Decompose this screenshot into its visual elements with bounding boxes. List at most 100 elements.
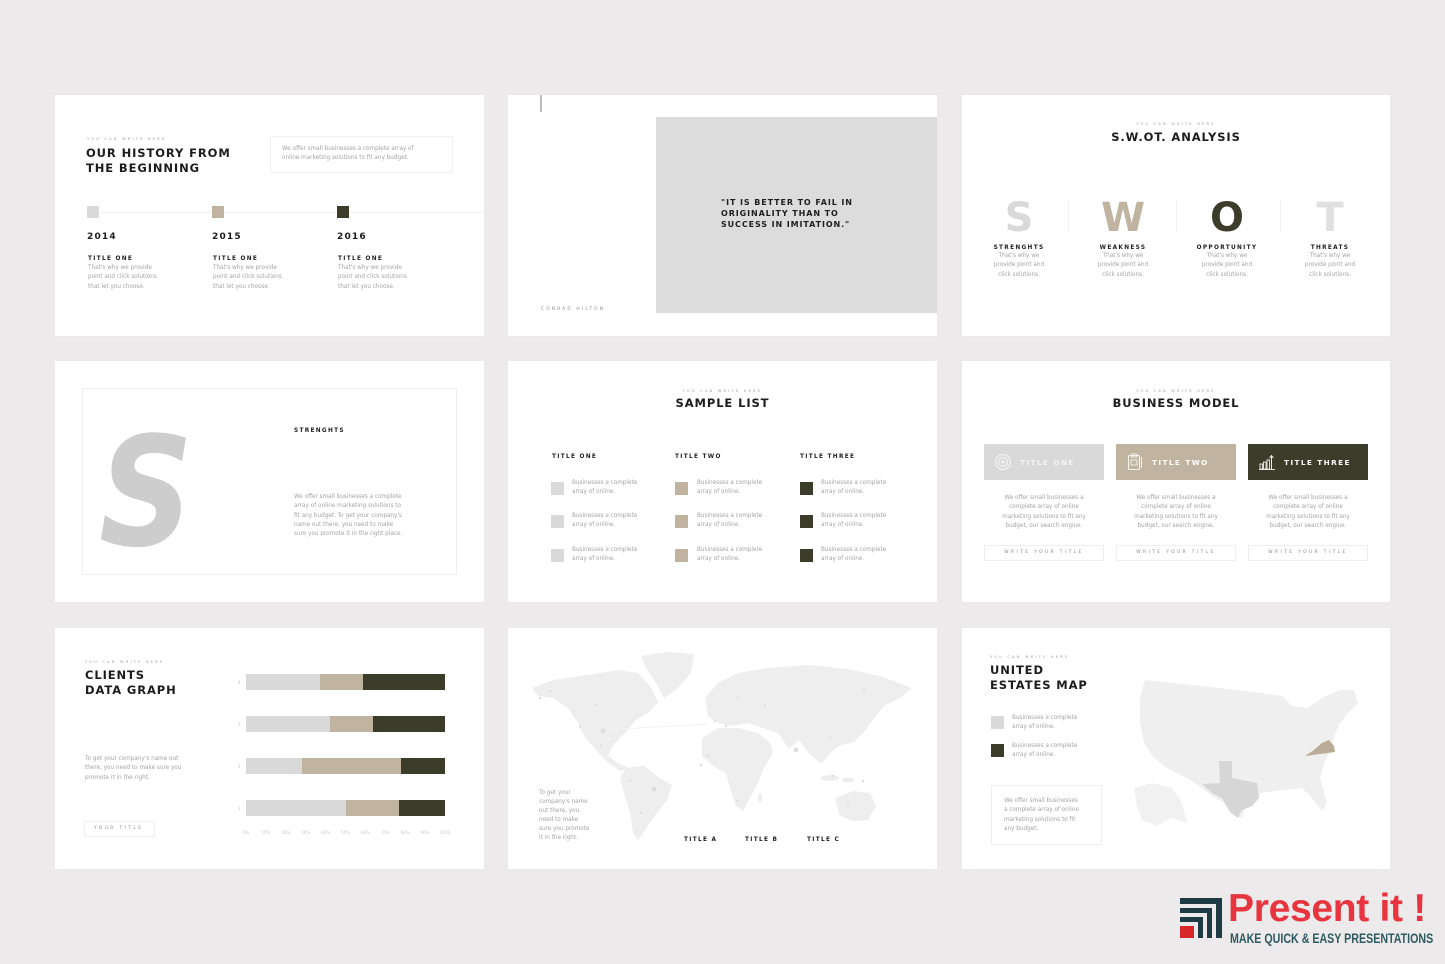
x-tick-label: 30% [301, 830, 311, 835]
milestone-year: 2016 [337, 232, 367, 242]
section-label: STRENGHTS [294, 428, 345, 434]
slide-swot[interactable]: YOU CAN WRITE HERE S.W.OT. ANALYSIS S ST… [962, 95, 1390, 336]
slide-text: To get your company's name out there, yo… [85, 756, 182, 781]
card-title: TITLE ONE [1020, 458, 1075, 467]
list-item: Businesses a complete array of online. [697, 480, 763, 495]
slide-eyebrow: YOU CAN WRITE HERE [87, 137, 167, 141]
slide-clients-data-graph[interactable]: YOU CAN WRITE HERE CLIENTS DATA GRAPH To… [55, 628, 484, 869]
x-tick-label: 100% [439, 830, 451, 835]
x-tick-label: 80% [400, 830, 410, 835]
milestone-text: That's why we provide point and click so… [88, 265, 157, 290]
list-item: Businesses a complete array of online. [572, 547, 638, 562]
slide-business-model[interactable]: YOU CAN WRITE HERE BUSINESS MODEL TITLE … [962, 361, 1390, 602]
alaska-shape [1134, 783, 1187, 826]
x-tick-label: 60% [360, 830, 370, 835]
list-item: Businesses a complete array of online. [821, 480, 887, 495]
category-label: 2 [238, 763, 241, 769]
clipboard-icon [1127, 453, 1142, 471]
intro-text: We offer small businesses a complete arr… [282, 146, 414, 162]
swot-item-weakness: W WEAKNESS That's why we provide point a… [1073, 198, 1173, 288]
category-label: 3 [238, 721, 241, 727]
slide-title-line-1: CLIENTS [85, 668, 145, 682]
quote-author: CONRAD HILTON [541, 307, 606, 312]
milestone-title: TITLE ONE [213, 256, 259, 262]
list-bullet [675, 549, 688, 562]
list-bullet [800, 549, 813, 562]
swot-label: THREATS [1310, 245, 1350, 251]
brand-tagline: MAKE QUICK & EASY PRESENTATIONS [1230, 931, 1434, 946]
slide-sample-list[interactable]: YOU CAN WRITE HERE SAMPLE LIST TITLE ONE… [508, 361, 937, 602]
slide-world-map[interactable]: To get your company's name out there, yo… [508, 628, 937, 869]
swot-item-strengths: S STRENGHTS That's why we provide point … [969, 198, 1069, 288]
australia-shape [835, 791, 876, 821]
logo-mark-icon [1180, 898, 1222, 938]
slide-history[interactable]: YOU CAN WRITE HERE OUR HISTORY FROM THE … [55, 95, 484, 336]
map-title-a: TITLE A [684, 837, 718, 843]
model-card-three: TITLE THREE [1248, 444, 1368, 480]
card-title-button: WRITE YOUR TITLE [1116, 545, 1236, 561]
x-tick-label: 50% [341, 830, 350, 835]
swot-text: That's why we provide point and click so… [1304, 253, 1356, 278]
list-item: Businesses a complete array of online. [821, 513, 887, 528]
x-tick-label: 0% [242, 830, 250, 835]
column-title: TITLE ONE [552, 454, 598, 460]
x-tick-label: 20% [281, 830, 291, 835]
list-item: Businesses a complete array of online. [697, 547, 763, 562]
slide-strengths[interactable]: S STRENGHTS We offer small businesses a … [55, 361, 484, 602]
slide-eyebrow: YOU CAN WRITE HERE [85, 660, 165, 664]
slide-title: BUSINESS MODEL [1112, 396, 1240, 410]
slide-quote[interactable]: "IT IS BETTER TO FAIL IN ORIGINALITY THA… [508, 95, 937, 336]
map-title-c: TITLE C [807, 837, 841, 843]
card-text: We offer small businesses a complete arr… [1134, 495, 1218, 529]
column-title: TITLE TWO [675, 454, 722, 460]
swot-text: That's why we provide point and click so… [1097, 253, 1149, 278]
slide-title-line-1: OUR HISTORY FROM [86, 146, 231, 160]
slide-eyebrow: YOU CAN WRITE HERE [1136, 389, 1216, 393]
swot-label: WEAKNESS [1099, 245, 1147, 251]
x-tick-label: 10% [261, 830, 271, 835]
quote-line: "IT IS BETTER TO FAIL IN [721, 198, 853, 207]
model-card-one: TITLE ONE [984, 444, 1104, 480]
milestone-text: That's why we provide point and click so… [338, 265, 407, 290]
big-letter: S [99, 404, 194, 581]
timeline-line [100, 212, 484, 213]
growth-chart-icon [1259, 454, 1275, 470]
milestone-year: 2015 [212, 232, 242, 242]
list-bullet [800, 515, 813, 528]
swot-letter: W [1100, 195, 1146, 241]
swot-text: That's why we provide point and click so… [1201, 253, 1253, 278]
card-title: TITLE TWO [1152, 458, 1209, 467]
x-tick-label: 90% [420, 830, 430, 835]
slide-us-map[interactable]: YOU CAN WRITE HERE UNITED ESTATES MAP Bu… [962, 628, 1390, 869]
list-bullet [551, 515, 564, 528]
your-title-button: YOUR TITLE [84, 821, 155, 837]
x-tick-label: 70% [380, 830, 390, 835]
swot-letter: T [1316, 195, 1344, 241]
quote-line: ORIGINALITY THAN TO [721, 208, 839, 218]
card-title-button: WRITE YOUR TITLE [984, 545, 1104, 561]
slide-title: S.W.OT. ANALYSIS [1111, 130, 1241, 144]
category-label: 1 [238, 805, 241, 811]
section-text: We offer small businesses a complete arr… [294, 494, 403, 538]
list-item: Businesses a complete array of online. [697, 513, 763, 528]
accent-rule [540, 95, 542, 112]
brand-logo[interactable]: Present it ! MAKE QUICK & EASY PRESENTAT… [1178, 889, 1436, 953]
card-text: We offer small businesses a complete arr… [1002, 495, 1086, 529]
africa-shape [702, 728, 773, 811]
column-title: TITLE THREE [800, 454, 856, 460]
list-item: Businesses a complete array of online. [572, 480, 638, 495]
us-map [1134, 680, 1358, 826]
slide-title: SAMPLE LIST [675, 396, 770, 410]
list-bullet [675, 482, 688, 495]
swot-item-threats: T THREATS That's why we provide point an… [1280, 198, 1380, 288]
slide-eyebrow: YOU CAN WRITE HERE [1136, 122, 1216, 126]
north-america-shape [532, 670, 658, 771]
list-item: Businesses a complete array of online. [572, 513, 638, 528]
card-text: We offer small businesses a complete arr… [1266, 495, 1350, 529]
list-bullet [551, 482, 564, 495]
map-text: To get your company's name out there, yo… [539, 790, 590, 842]
milestone-year: 2014 [87, 232, 117, 242]
list-item: Businesses a complete array of online. [821, 547, 887, 562]
list-bullet [800, 482, 813, 495]
card-title: TITLE THREE [1284, 458, 1351, 467]
